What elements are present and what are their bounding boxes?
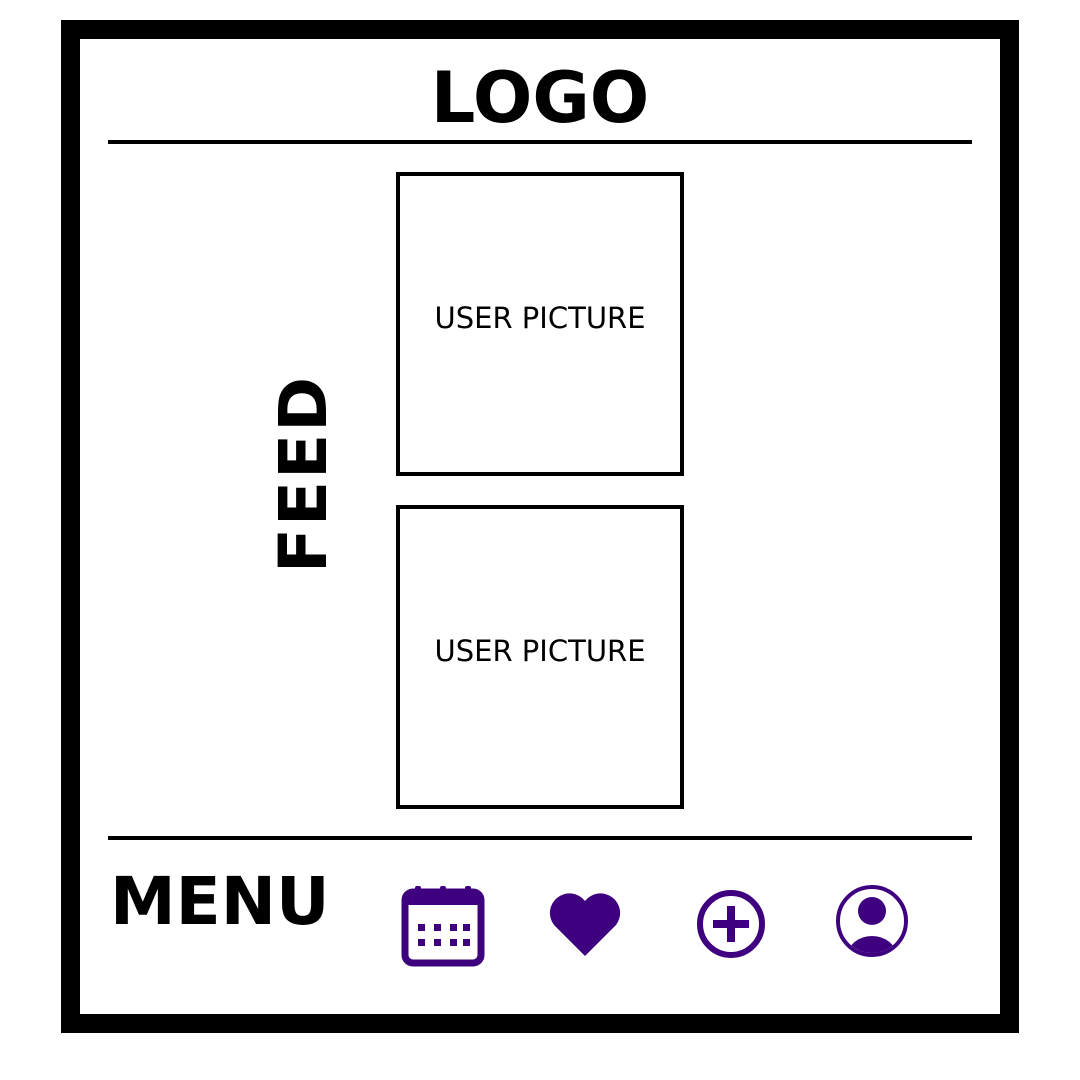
feed-post-picture[interactable]: USER PICTURE bbox=[396, 505, 684, 809]
logo: LOGO bbox=[430, 57, 650, 139]
user-picture-placeholder-label: USER PICTURE bbox=[434, 301, 646, 335]
plus-circle-icon[interactable] bbox=[695, 888, 767, 960]
feed-label: FEED bbox=[265, 374, 342, 574]
header-divider bbox=[108, 140, 972, 144]
user-profile-icon[interactable] bbox=[834, 883, 910, 959]
heart-icon[interactable] bbox=[547, 890, 623, 958]
user-picture-placeholder-label: USER PICTURE bbox=[434, 634, 646, 668]
feed-post-picture[interactable]: USER PICTURE bbox=[396, 172, 684, 476]
menu-divider bbox=[108, 836, 972, 840]
menu-label: MENU bbox=[110, 863, 330, 940]
calendar-icon[interactable] bbox=[401, 885, 485, 967]
